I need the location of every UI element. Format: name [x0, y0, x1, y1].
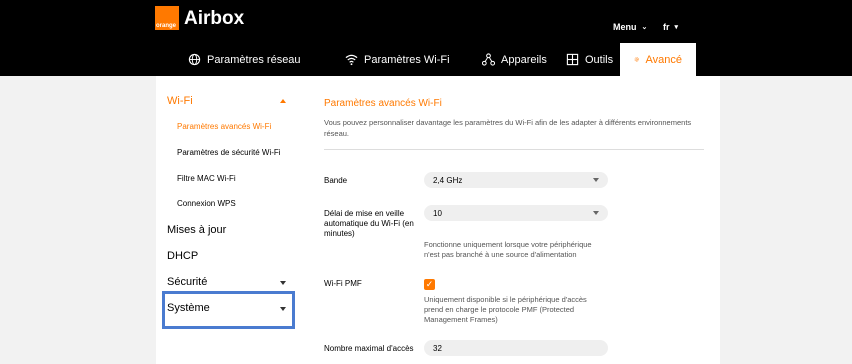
sleep-delay-hint: Fonctionne uniquement lorsque votre péri… [424, 240, 592, 259]
tab-label: Outils [585, 53, 614, 66]
caret-down-icon [593, 211, 599, 215]
chevron-down-icon: ⌄ [641, 24, 648, 31]
sidebar-item-label: DHCP [167, 250, 199, 262]
logo-text: orange [156, 23, 177, 29]
band-value: 2,4 GHz [433, 175, 463, 185]
sidebar-subitem-wifi-security[interactable]: Paramètres de sécurité Wi-Fi [177, 148, 281, 157]
band-select[interactable]: 2,4 GHz [424, 172, 608, 188]
main-nav: Paramètres réseau Paramètres Wi-Fi Appar… [0, 43, 852, 76]
sidebar-item-label: Wi-Fi [167, 95, 193, 107]
sidebar-item-wifi[interactable]: Wi-Fi [167, 95, 193, 107]
caret-up-icon [280, 99, 286, 103]
tools-icon [566, 53, 579, 66]
caret-down-icon [280, 281, 286, 285]
tab-wifi-settings[interactable]: Paramètres Wi-Fi [345, 43, 450, 76]
gear-icon [634, 57, 639, 62]
page-title: Paramètres avancés Wi-Fi [324, 98, 442, 109]
sidebar-item-security[interactable]: Sécurité [167, 276, 207, 288]
pmf-checkbox[interactable]: ✓ [424, 279, 435, 290]
tab-advanced[interactable]: Avancé [620, 43, 696, 76]
tab-tools[interactable]: Outils [566, 43, 613, 76]
max-access-label: Nombre maximal d'accès [324, 344, 414, 353]
tab-label: Paramètres réseau [207, 53, 301, 66]
menu-dropdown[interactable]: Menu ⌄ [613, 22, 647, 32]
selection-highlight [162, 291, 295, 329]
orange-logo[interactable]: orange [155, 6, 179, 30]
sleep-delay-value: 10 [433, 208, 442, 218]
app-title: Airbox [184, 8, 245, 29]
sidebar-item-label: Mises à jour [167, 224, 227, 236]
tab-label: Paramètres Wi-Fi [364, 53, 450, 66]
sidebar-item-dhcp[interactable]: DHCP [167, 250, 198, 262]
language-dropdown[interactable]: fr ▾ [663, 22, 678, 32]
sidebar-subitem-advanced-wifi[interactable]: Paramètres avancés Wi-Fi [177, 122, 271, 131]
tab-label: Avancé [645, 53, 683, 66]
sidebar-subitem-wps[interactable]: Connexion WPS [177, 199, 236, 208]
max-access-input[interactable]: 32 [424, 340, 608, 356]
sleep-delay-select[interactable]: 10 [424, 205, 608, 221]
tab-label: Appareils [501, 53, 547, 66]
page-description: Vous pouvez personnaliser davantage les … [324, 118, 692, 138]
sidebar-item-updates[interactable]: Mises à jour [167, 224, 226, 236]
max-access-value: 32 [433, 343, 442, 353]
tab-network-settings[interactable]: Paramètres réseau [188, 43, 301, 76]
caret-down-icon: ▾ [674, 24, 679, 31]
sidebar-item-label: Sécurité [167, 276, 208, 288]
caret-down-icon [593, 178, 599, 182]
menu-label: Menu [613, 22, 637, 32]
top-bar: orange Airbox Menu ⌄ fr ▾ [0, 0, 852, 43]
sidebar-subitem-mac-filter[interactable]: Filtre MAC Wi-Fi [177, 174, 236, 183]
sleep-delay-label: Délai de mise en veille automatique du W… [324, 209, 414, 238]
divider [324, 149, 704, 150]
globe-icon [188, 53, 201, 66]
wifi-icon [345, 54, 358, 66]
pmf-label: Wi-Fi PMF [324, 279, 362, 288]
tab-devices[interactable]: Appareils [482, 43, 547, 76]
language-label: fr [663, 22, 670, 32]
pmf-hint: Uniquement disponible si le périphérique… [424, 295, 587, 324]
devices-icon [482, 53, 495, 66]
band-label: Bande [324, 176, 348, 185]
